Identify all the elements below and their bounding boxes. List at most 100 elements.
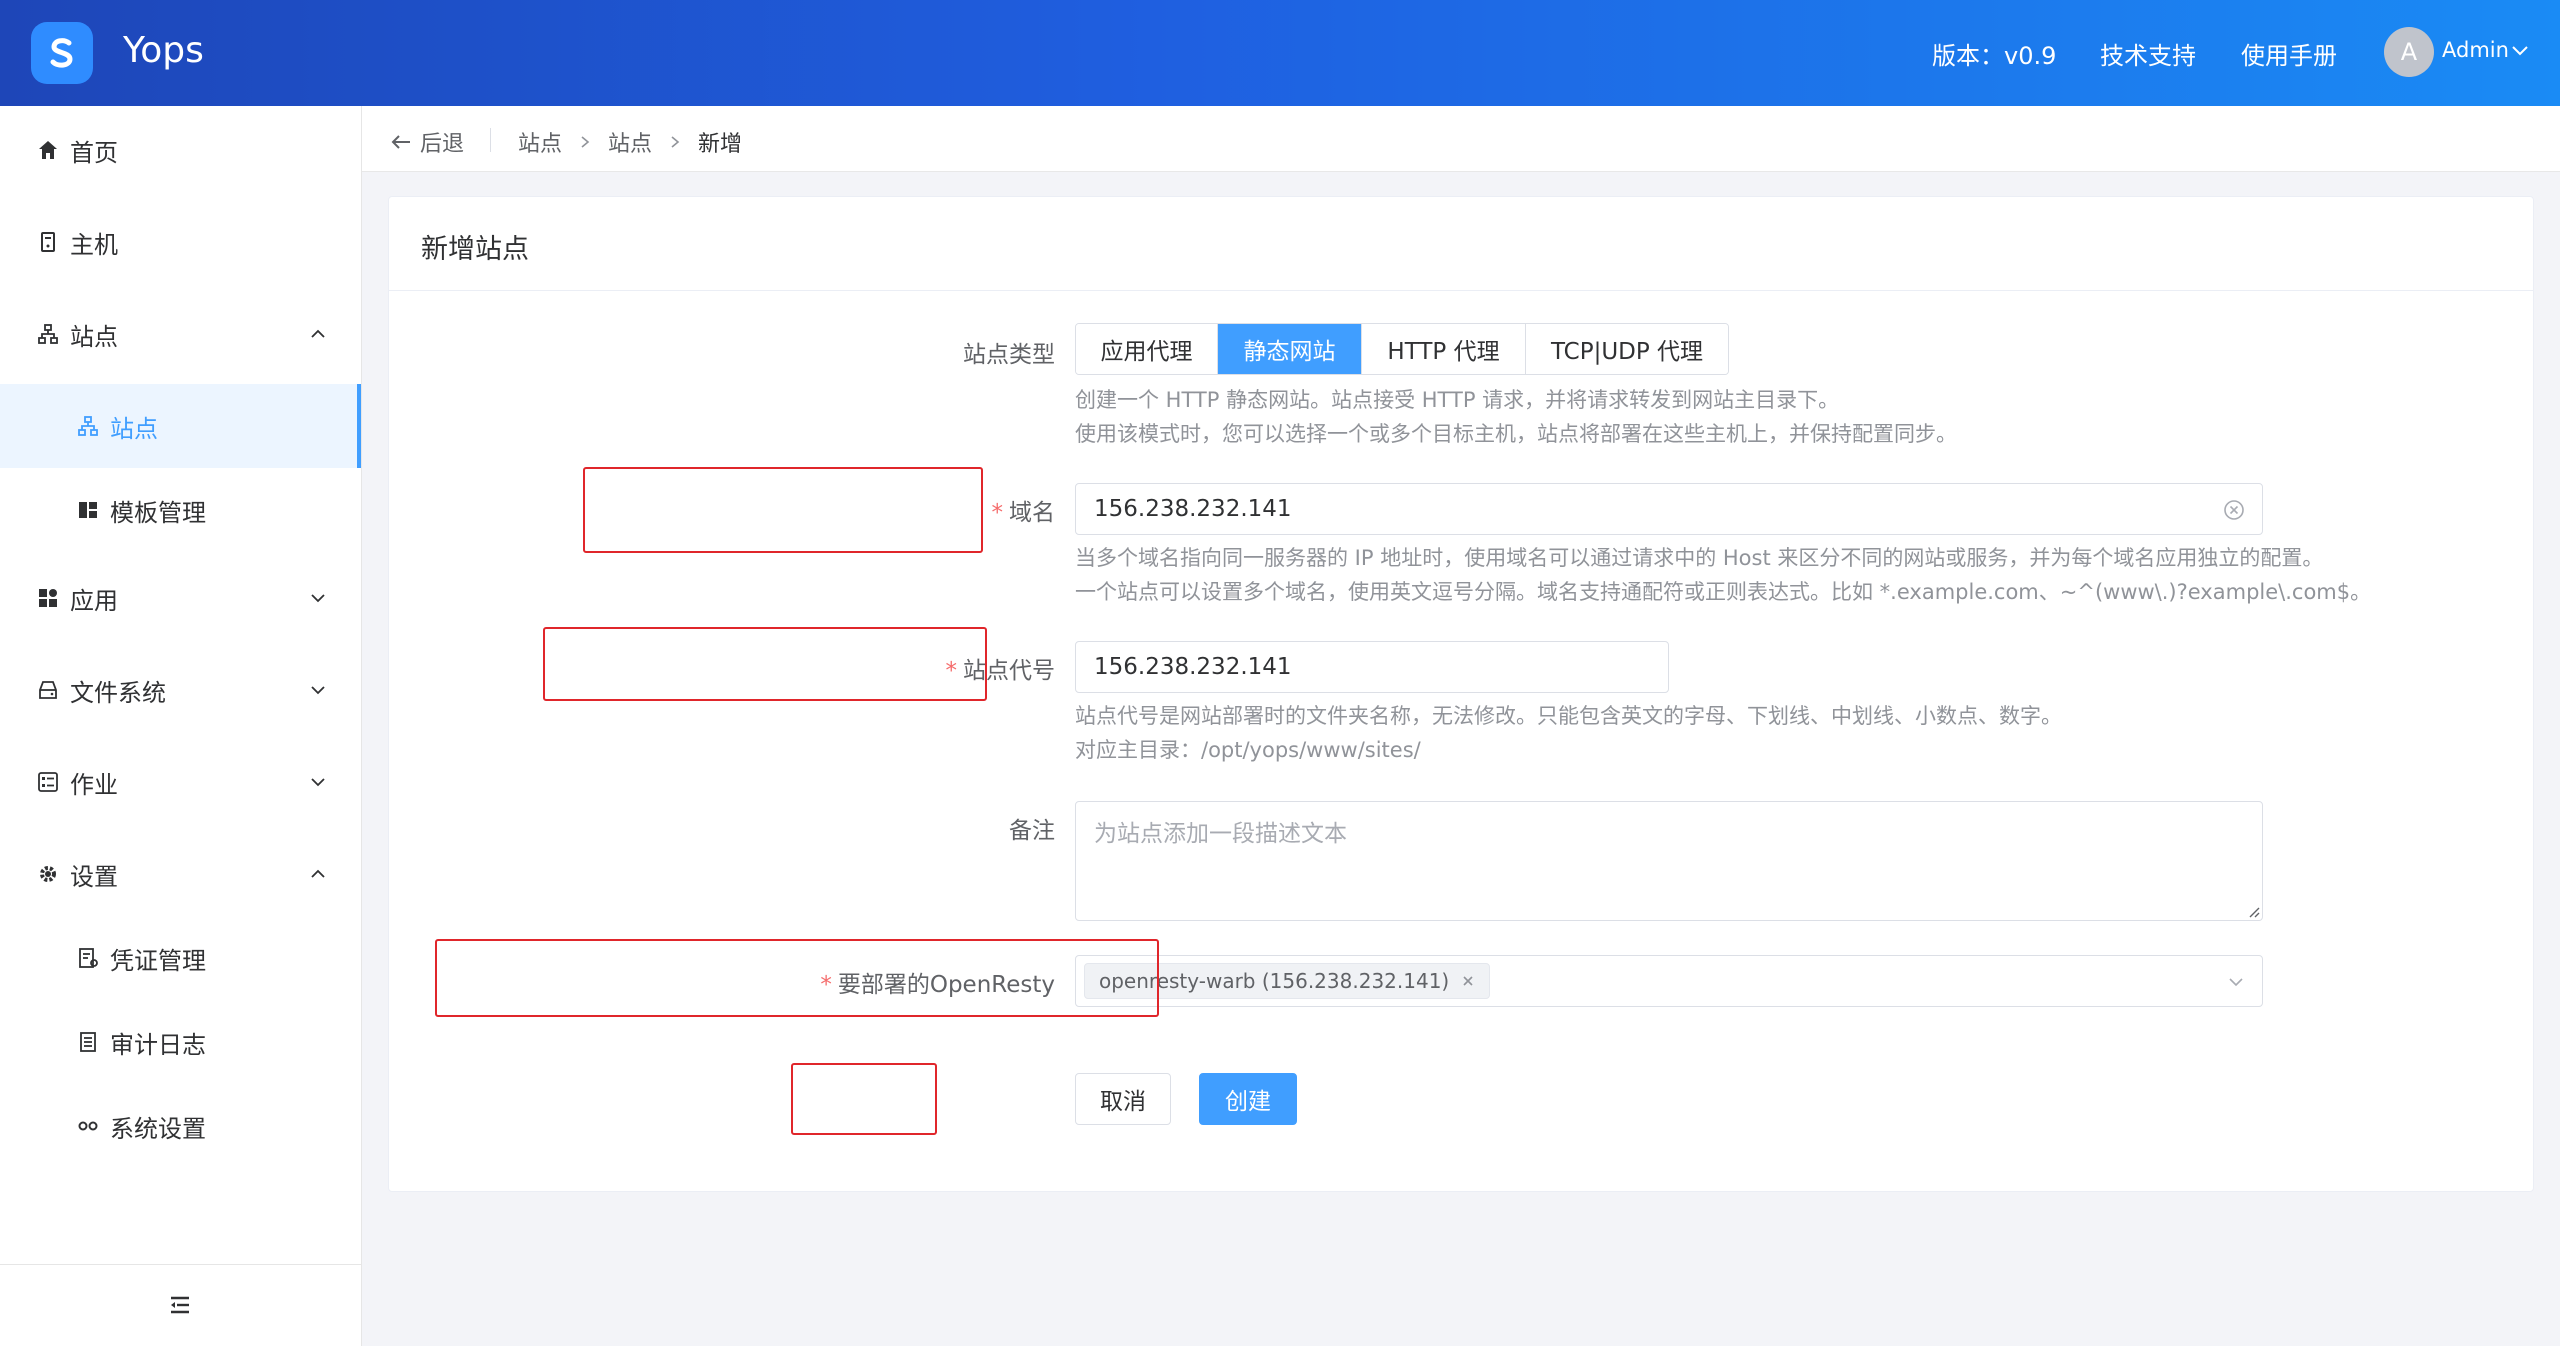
gear-icon bbox=[36, 862, 60, 886]
back-button[interactable]: 后退 bbox=[390, 126, 464, 158]
chevron-up-icon bbox=[311, 329, 325, 338]
sidebar-item-label: 主机 bbox=[70, 230, 118, 259]
site-code-label: * 站点代号 bbox=[945, 658, 1056, 684]
sidebar-item-settings[interactable]: 设置 bbox=[0, 832, 361, 916]
sidebar-item-label: 设置 bbox=[70, 862, 118, 891]
menu-fold-icon[interactable] bbox=[168, 1293, 192, 1317]
openresty-select[interactable]: openresty-warb (156.238.232.141) bbox=[1075, 955, 2263, 1007]
sidebar: 首页 主机 站点 站点 模板管理 应用 文件系统 作业 设置 凭证管理 审计日志… bbox=[0, 106, 362, 1346]
chevron-down-icon bbox=[311, 686, 325, 695]
chevron-up-icon bbox=[311, 869, 325, 878]
manual-link[interactable]: 使用手册 bbox=[2241, 36, 2337, 71]
domain-input[interactable]: 156.238.232.141 bbox=[1075, 483, 2263, 535]
chevron-right-icon bbox=[581, 136, 590, 148]
site-code-label-text: 站点代号 bbox=[963, 658, 1055, 684]
sidebar-item-system-settings[interactable]: 系统设置 bbox=[0, 1084, 361, 1168]
app-logo[interactable] bbox=[31, 22, 93, 84]
page-title: 新增站点 bbox=[421, 234, 529, 265]
domain-help-1: 当多个域名指向同一服务器的 IP 地址时，使用域名可以通过请求中的 Host 来… bbox=[1075, 546, 2324, 570]
chevron-down-icon bbox=[311, 594, 325, 603]
sidebar-item-label: 系统设置 bbox=[110, 1114, 206, 1143]
sidebar-item-home[interactable]: 首页 bbox=[0, 108, 361, 192]
log-icon bbox=[76, 1030, 100, 1054]
chevron-down-icon[interactable] bbox=[2226, 972, 2246, 992]
home-icon bbox=[36, 138, 60, 162]
app-name: Yops bbox=[123, 30, 204, 71]
card-header: 新增站点 bbox=[389, 197, 2533, 291]
breadcrumb-bar: 后退 站点 站点 新增 bbox=[362, 106, 2560, 172]
sidebar-item-label: 首页 bbox=[70, 138, 118, 167]
support-link[interactable]: 技术支持 bbox=[2100, 36, 2196, 71]
sidebar-item-label: 文件系统 bbox=[70, 678, 166, 707]
domain-value: 156.238.232.141 bbox=[1094, 496, 1292, 522]
domain-label-text: 域名 bbox=[1009, 500, 1055, 526]
openresty-tag-label: openresty-warb (156.238.232.141) bbox=[1099, 969, 1450, 993]
sidebar-item-label: 审计日志 bbox=[110, 1030, 206, 1059]
site-code-input[interactable]: 156.238.232.141 bbox=[1075, 641, 1669, 693]
site-type-http-proxy[interactable]: HTTP 代理 bbox=[1362, 324, 1526, 374]
openresty-label: * 要部署的OpenResty bbox=[820, 972, 1055, 998]
back-label: 后退 bbox=[420, 132, 465, 157]
sidebar-item-label: 模板管理 bbox=[110, 498, 206, 527]
site-type-help-2: 使用该模式时，您可以选择一个或多个目标主机，站点将部署在这些主机上，并保持配置同… bbox=[1075, 422, 1957, 446]
chevron-down-icon bbox=[311, 778, 325, 787]
openresty-tag: openresty-warb (156.238.232.141) bbox=[1084, 963, 1491, 999]
chevron-down-icon[interactable] bbox=[2510, 40, 2530, 60]
create-button[interactable]: 创建 bbox=[1199, 1073, 1297, 1125]
clear-icon[interactable] bbox=[2222, 498, 2246, 522]
logo-icon bbox=[50, 38, 73, 68]
note-textarea[interactable]: 为站点添加一段描述文本 bbox=[1075, 801, 2263, 921]
domain-help-2: 一个站点可以设置多个域名，使用英文逗号分隔。域名支持通配符或正则表达式。比如 *… bbox=[1075, 580, 2372, 604]
sidebar-item-audit-log[interactable]: 审计日志 bbox=[0, 1000, 361, 1084]
sidebar-item-label: 站点 bbox=[110, 414, 158, 443]
site-code-help-2: 对应主目录：/opt/yops/www/sites/ bbox=[1075, 738, 1421, 762]
server-icon bbox=[36, 230, 60, 254]
sidebar-item-label: 应用 bbox=[70, 586, 118, 615]
sidebar-item-templates[interactable]: 模板管理 bbox=[0, 468, 361, 552]
arrow-left-icon bbox=[391, 135, 410, 149]
system-icon bbox=[76, 1114, 100, 1138]
sidebar-collapse[interactable] bbox=[0, 1264, 361, 1346]
highlight-box bbox=[791, 1063, 937, 1135]
close-icon[interactable] bbox=[1461, 974, 1475, 988]
avatar[interactable]: A bbox=[2384, 27, 2434, 77]
site-type-tcp-udp-proxy[interactable]: TCP|UDP 代理 bbox=[1526, 324, 1728, 374]
sidebar-item-sites[interactable]: 站点 bbox=[0, 292, 361, 376]
storage-icon bbox=[36, 678, 60, 702]
breadcrumb: 站点 站点 新增 bbox=[518, 126, 742, 158]
sidebar-item-credentials[interactable]: 凭证管理 bbox=[0, 916, 361, 1000]
site-type-selector: 应用代理 静态网站 HTTP 代理 TCP|UDP 代理 bbox=[1075, 323, 1729, 375]
note-label: 备注 bbox=[1009, 818, 1055, 844]
sitemap-icon bbox=[36, 322, 60, 346]
sidebar-item-filesystem[interactable]: 文件系统 bbox=[0, 648, 361, 732]
sidebar-item-hosts[interactable]: 主机 bbox=[0, 200, 361, 284]
site-type-help-1: 创建一个 HTTP 静态网站。站点接受 HTTP 请求，并将请求转发到网站主目录… bbox=[1075, 388, 1840, 412]
apps-icon bbox=[36, 586, 60, 610]
jobs-icon bbox=[36, 770, 60, 794]
form-card: 新增站点 站点类型 应用代理 静态网站 HTTP 代理 TCP|UDP 代理 创… bbox=[388, 196, 2534, 1192]
resize-handle-icon[interactable] bbox=[2246, 904, 2260, 918]
sidebar-item-apps[interactable]: 应用 bbox=[0, 556, 361, 640]
version-label: 版本：v0.9 bbox=[1932, 42, 2057, 70]
sidebar-item-label: 站点 bbox=[70, 322, 118, 351]
site-type-label: 站点类型 bbox=[963, 342, 1055, 368]
chevron-right-icon bbox=[671, 136, 680, 148]
top-header: Yops 版本：v0.9 技术支持 使用手册 A Admin bbox=[0, 0, 2560, 106]
template-icon bbox=[76, 498, 100, 522]
cancel-button[interactable]: 取消 bbox=[1075, 1073, 1171, 1125]
sidebar-item-sites-sub[interactable]: 站点 bbox=[0, 384, 361, 468]
site-type-static[interactable]: 静态网站 bbox=[1218, 324, 1362, 374]
sidebar-item-label: 作业 bbox=[70, 770, 118, 799]
sidebar-item-label: 凭证管理 bbox=[110, 946, 206, 975]
breadcrumb-item[interactable]: 站点 bbox=[518, 126, 562, 158]
user-name[interactable]: Admin bbox=[2442, 38, 2509, 62]
sidebar-item-jobs[interactable]: 作业 bbox=[0, 740, 361, 824]
sitemap-icon bbox=[76, 414, 100, 438]
divider bbox=[490, 128, 491, 152]
site-type-app-proxy[interactable]: 应用代理 bbox=[1076, 324, 1218, 374]
domain-label: * 域名 bbox=[991, 500, 1056, 526]
breadcrumb-item[interactable]: 站点 bbox=[608, 126, 652, 158]
site-code-help-1: 站点代号是网站部署时的文件夹名称，无法修改。只能包含英文的字母、下划线、中划线、… bbox=[1075, 704, 2062, 728]
credential-icon bbox=[76, 946, 100, 970]
breadcrumb-item-current: 新增 bbox=[698, 132, 743, 157]
